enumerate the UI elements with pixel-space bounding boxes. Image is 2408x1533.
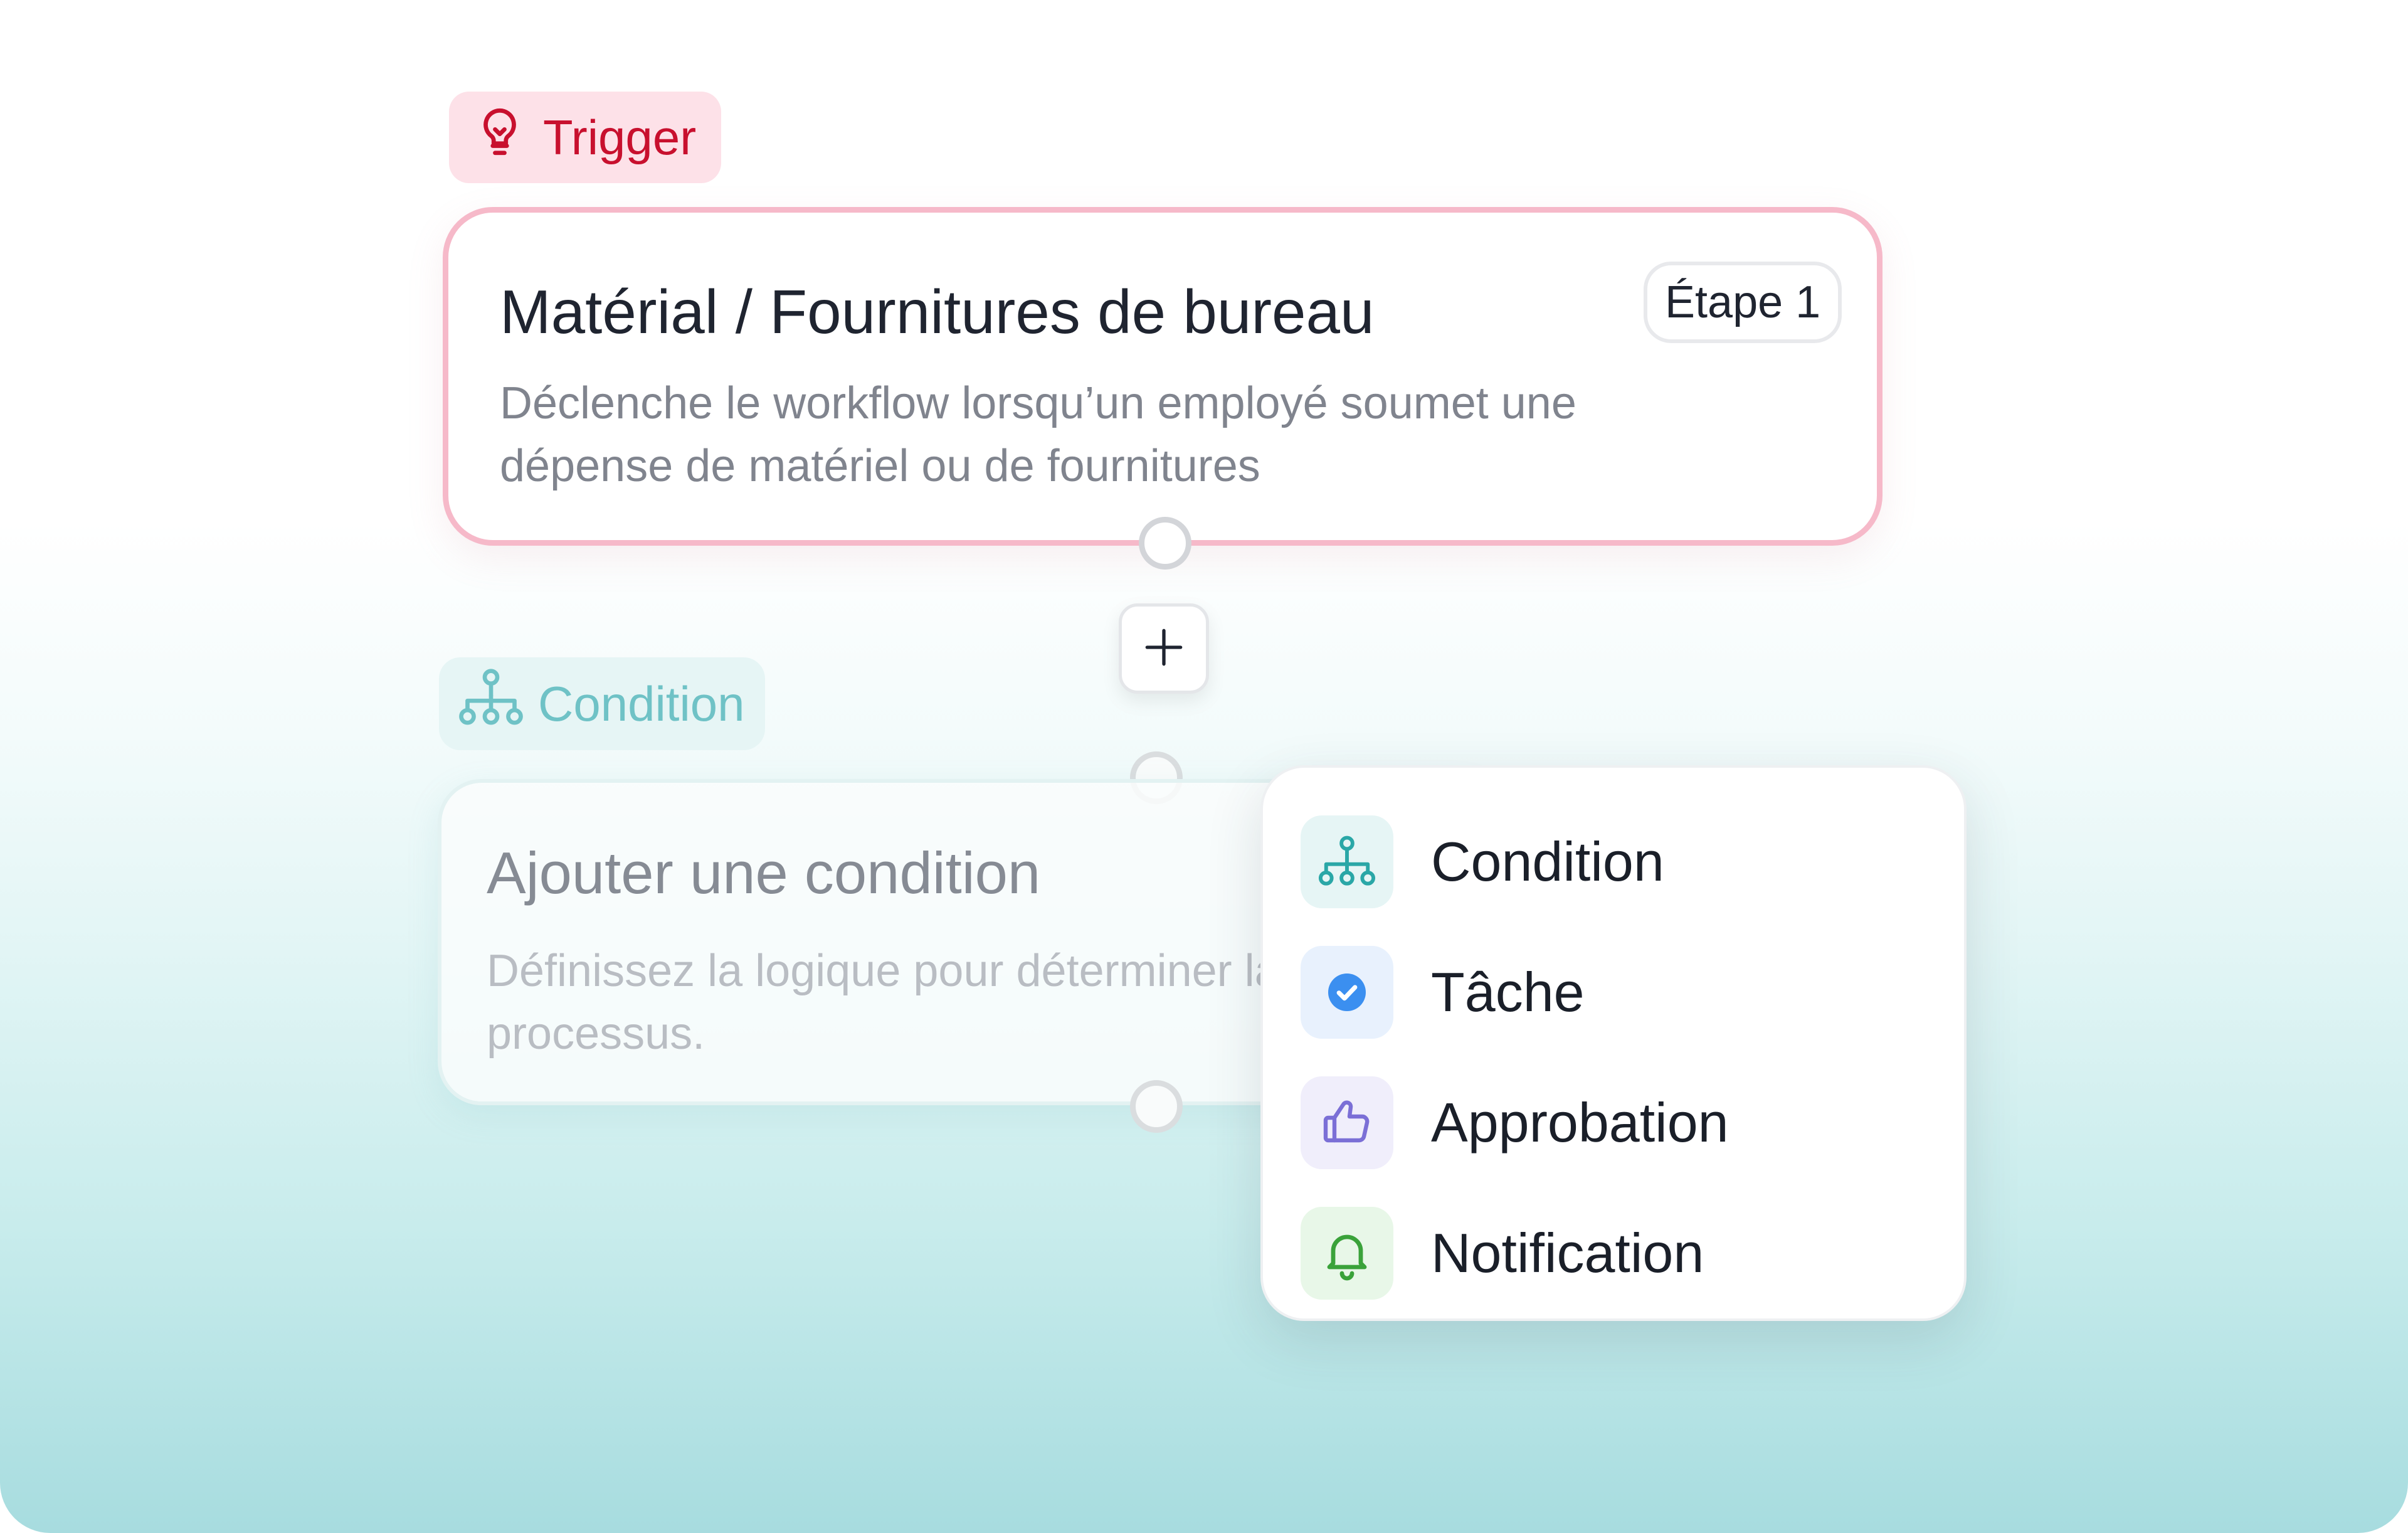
step-type-menu: Condition Tâche Approbation Notification: [1260, 765, 1967, 1321]
hierarchy-icon: [1301, 815, 1393, 908]
menu-item-tache[interactable]: Tâche: [1301, 927, 1964, 1058]
lightbulb-icon: [472, 103, 528, 172]
check-circle-icon: [1301, 946, 1393, 1039]
menu-item-label: Notification: [1431, 1222, 1704, 1284]
trigger-badge: Trigger: [449, 92, 722, 183]
condition-badge-label: Condition: [538, 676, 745, 731]
step-badge: Étape 1: [1644, 262, 1842, 343]
trigger-badge-label: Trigger: [543, 109, 697, 165]
thumbs-up-icon: [1301, 1076, 1393, 1169]
trigger-title: Matérial / Fournitures de bureau: [500, 277, 1375, 346]
bell-icon: [1301, 1207, 1393, 1300]
menu-item-condition[interactable]: Condition: [1301, 797, 1964, 927]
menu-item-label: Condition: [1431, 830, 1664, 893]
trigger-description: Déclenche le workflow lorsqu’un employé …: [500, 378, 1576, 491]
menu-item-label: Tâche: [1431, 961, 1585, 1023]
plus-icon: [1139, 609, 1189, 689]
condition-badge: Condition: [439, 657, 765, 750]
condition-title: Ajouter une condition: [487, 840, 1041, 906]
workflow-canvas: Trigger Matérial / Fournitures de bureau…: [0, 0, 2408, 1533]
menu-item-notification[interactable]: Notification: [1301, 1188, 1964, 1318]
add-step-button[interactable]: [1119, 603, 1209, 694]
hierarchy-icon: [457, 667, 525, 741]
trigger-output-connector[interactable]: [1139, 517, 1191, 570]
condition-output-connector[interactable]: [1130, 1080, 1183, 1133]
menu-item-approbation[interactable]: Approbation: [1301, 1058, 1964, 1188]
trigger-card[interactable]: Matérial / Fournitures de bureau Étape 1…: [443, 207, 1883, 546]
menu-item-label: Approbation: [1431, 1091, 1729, 1154]
